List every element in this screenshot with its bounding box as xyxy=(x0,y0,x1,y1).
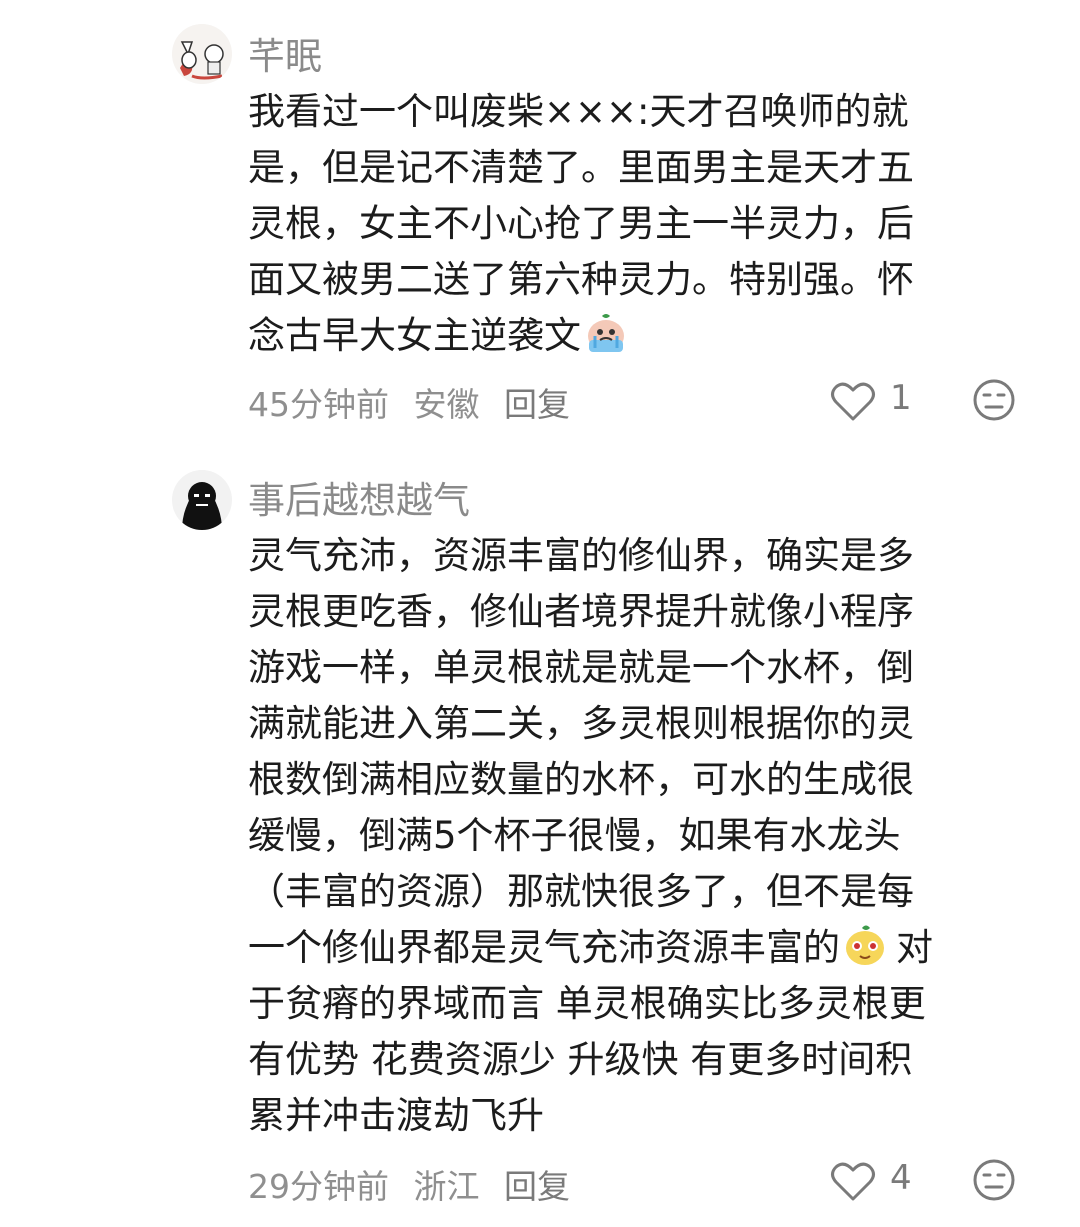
comment-line: 我看过一个叫废柴×××:天才召唤师的就 xyxy=(248,90,909,133)
heart-outline-icon[interactable] xyxy=(830,1160,876,1202)
comment-line-text: 对 xyxy=(896,926,933,969)
reply-button[interactable]: 回复 xyxy=(504,385,570,424)
avatar[interactable] xyxy=(172,24,232,84)
comment-line: 有优势 花费资源少 升级快 有更多时间积 xyxy=(248,1038,913,1081)
comment-line: 一个修仙界都是灵气充沛资源丰富的 对 xyxy=(248,920,1028,976)
comment-text: 灵气充沛，资源丰富的修仙界，确实是多 灵根更吃香，修仙者境界提升就像小程序 游戏… xyxy=(248,528,1028,1144)
like-count: 1 xyxy=(890,378,912,418)
like-count: 4 xyxy=(890,1158,912,1198)
username[interactable]: 芊眠 xyxy=(248,26,322,80)
username[interactable]: 事后越想越气 xyxy=(248,470,470,524)
heart-outline-icon[interactable] xyxy=(830,380,876,422)
comment-time: 29分钟前 xyxy=(248,1167,389,1206)
comment-location: 浙江 xyxy=(413,1167,480,1206)
comment-text: 我看过一个叫废柴×××:天才召唤师的就 是，但是记不清楚了。里面男主是天才五 灵… xyxy=(248,84,1028,364)
comment-line: 根数倒满相应数量的水杯，可水的生成很 xyxy=(248,758,914,801)
comment-line: 灵根，女主不小心抢了男主一半灵力，后 xyxy=(248,202,914,245)
comment-line: 累并冲击渡劫飞升 xyxy=(248,1094,544,1137)
comment-line: 游戏一样，单灵根就是就是一个水杯，倒 xyxy=(248,646,914,689)
comment-line-text: 一个修仙界都是灵气充沛资源丰富的 xyxy=(248,926,840,969)
unhappy-face-icon[interactable] xyxy=(972,1158,1016,1202)
avatar[interactable] xyxy=(172,470,232,530)
cute-face-emoji xyxy=(846,925,884,965)
comment-line: 是，但是记不清楚了。里面男主是天才五 xyxy=(248,146,914,189)
comment-line: 面又被男二送了第六种灵力。特别强。怀 xyxy=(248,258,914,301)
comment-line: （丰富的资源）那就快很多了，但不是每 xyxy=(248,870,914,913)
comment-meta: 29分钟前 浙江 回复 xyxy=(248,1160,584,1208)
comment-location: 安徽 xyxy=(413,385,480,424)
reply-button[interactable]: 回复 xyxy=(504,1167,570,1206)
comment-line: 灵根更吃香，修仙者境界提升就像小程序 xyxy=(248,590,914,633)
comment-line: 缓慢，倒满5个杯子很慢，如果有水龙头 xyxy=(248,814,901,857)
comment-line: 念古早大女主逆袭文 xyxy=(248,308,1028,364)
comment-meta: 45分钟前 安徽 回复 xyxy=(248,378,584,426)
comment-time: 45分钟前 xyxy=(248,385,389,424)
crying-face-emoji xyxy=(588,314,624,352)
unhappy-face-icon[interactable] xyxy=(972,378,1016,422)
comment-line: 满就能进入第二关，多灵根则根据你的灵 xyxy=(248,702,914,745)
comment-line: 于贫瘠的界域而言 单灵根确实比多灵根更 xyxy=(248,982,926,1025)
comment-line-text: 念古早大女主逆袭文 xyxy=(248,314,581,357)
comment-line: 灵气充沛，资源丰富的修仙界，确实是多 xyxy=(248,534,914,577)
